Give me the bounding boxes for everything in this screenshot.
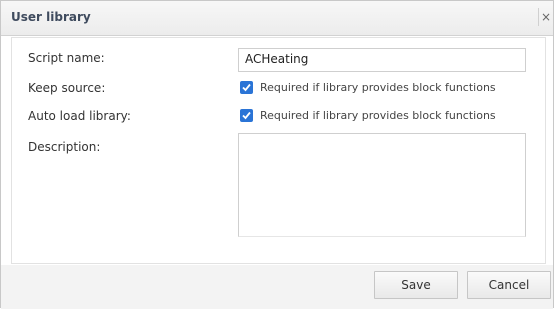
- checkmark-icon: [242, 111, 251, 120]
- auto-load-hint: Required if library provides block funct…: [260, 109, 496, 122]
- close-icon[interactable]: ×: [538, 8, 553, 26]
- keep-source-checkbox[interactable]: [240, 81, 253, 94]
- description-textarea[interactable]: [238, 133, 526, 237]
- user-library-dialog: User library × Script name: ACHeating Ke…: [0, 0, 554, 309]
- dialog-titlebar: User library ×: [1, 1, 553, 36]
- description-label: Description:: [28, 140, 101, 154]
- auto-load-checkbox[interactable]: [240, 109, 253, 122]
- dialog-title: User library: [11, 10, 91, 24]
- script-name-label: Script name:: [28, 51, 105, 65]
- keep-source-hint: Required if library provides block funct…: [260, 81, 496, 94]
- save-button[interactable]: Save: [374, 271, 458, 299]
- cancel-button[interactable]: Cancel: [467, 271, 551, 299]
- keep-source-label: Keep source:: [28, 81, 106, 95]
- auto-load-label: Auto load library:: [28, 109, 131, 123]
- script-name-input[interactable]: ACHeating: [238, 48, 526, 72]
- checkmark-icon: [242, 83, 251, 92]
